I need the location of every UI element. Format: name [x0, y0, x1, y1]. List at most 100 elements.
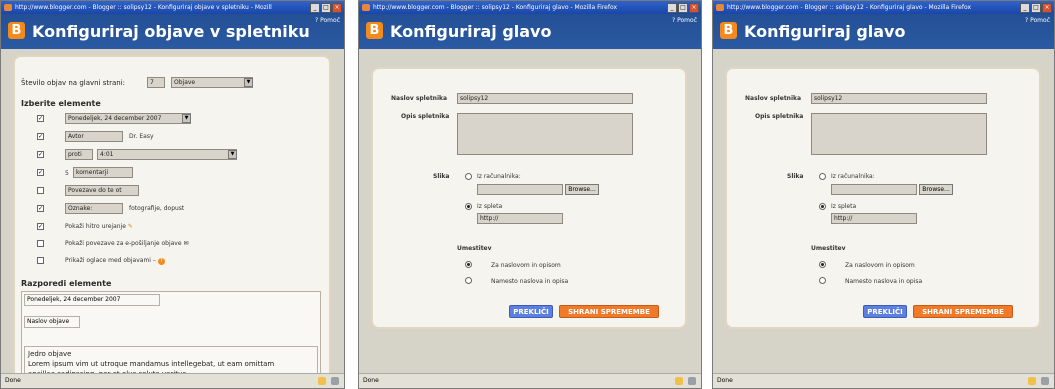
help-link[interactable]: ? Pomoč	[1025, 17, 1050, 24]
placement-label: Umestitev	[811, 245, 846, 252]
arrange-title-item[interactable]: Naslov objave	[24, 316, 80, 328]
help-icon[interactable]: ?	[157, 258, 165, 265]
maximize-button[interactable]: □	[321, 3, 331, 13]
help-link[interactable]: ? Pomoč	[672, 17, 697, 24]
posts-count-input[interactable]: 7	[147, 77, 165, 88]
firefox-icon	[362, 4, 370, 11]
time-prefix-input[interactable]: proti	[65, 149, 93, 160]
backlinks-label-input[interactable]: Povezave do te ot	[65, 185, 139, 196]
status-icon	[1028, 377, 1036, 385]
titlebar: http://www.blogger.com - Blogger :: soli…	[359, 1, 701, 14]
save-changes-button[interactable]: SHRANI SPREMEMBE	[913, 305, 1013, 318]
page-title: Konfiguriraj glavo	[390, 22, 552, 41]
time-dropdown-icon[interactable]: ▼	[228, 150, 237, 159]
posts-unit-dropdown-icon[interactable]: ▼	[244, 78, 253, 87]
blog-description-textarea[interactable]	[457, 113, 633, 155]
date-checkbox[interactable]: ✓	[37, 115, 44, 122]
tags-label-input[interactable]: Oznake:	[65, 203, 123, 214]
page-header: B Konfiguriraj glavo ? Pomoč	[359, 14, 701, 49]
maximize-button[interactable]: □	[678, 3, 688, 13]
placement-label: Umestitev	[457, 245, 492, 252]
titlebar: http://www.blogger.com - Blogger :: soli…	[713, 1, 1054, 14]
image-label: Slika	[787, 173, 804, 180]
status-icon-2	[1041, 377, 1049, 385]
blog-title-input[interactable]: solipsy12	[457, 93, 633, 104]
blog-title-input[interactable]: solipsy12	[811, 93, 987, 104]
image-url-input[interactable]: http://	[477, 213, 563, 224]
page-header: B Konfiguriraj glavo ? Pomoč	[713, 14, 1054, 49]
settings-panel: Naslov spletnika solipsy12 Opis spletnik…	[371, 67, 687, 329]
date-dropdown-icon[interactable]: ▼	[182, 114, 191, 123]
from-computer-label: Iz računalnika:	[831, 173, 875, 180]
from-computer-radio[interactable]	[819, 173, 826, 180]
close-button[interactable]: ×	[1042, 3, 1052, 13]
blog-title-label: Naslov spletnika	[745, 95, 802, 102]
minimize-button[interactable]: _	[1020, 3, 1030, 13]
status-bar: Done	[1, 373, 344, 388]
instead-title-label: Namesto naslova in opisa	[845, 278, 923, 285]
from-web-label: Iz spleta	[831, 203, 857, 210]
page-title: Konfiguriraj glavo	[744, 22, 906, 41]
blog-description-label: Opis spletnika	[755, 113, 804, 120]
behind-title-radio[interactable]	[819, 261, 826, 268]
page-title: Konfiguriraj objave v spletniku	[32, 22, 310, 41]
cancel-button[interactable]: PREKLIČI	[863, 305, 907, 318]
status-text: Done	[363, 377, 379, 384]
tags-checkbox[interactable]: ✓	[37, 205, 44, 212]
minimize-button[interactable]: _	[310, 3, 320, 13]
firefox-icon	[4, 4, 12, 11]
close-button[interactable]: ×	[332, 3, 342, 13]
comments-count: 5	[65, 170, 69, 177]
image-label: Slika	[433, 173, 450, 180]
show-ads-label: Prikaži oglace med objavami – ?	[65, 257, 165, 265]
time-checkbox[interactable]: ✓	[37, 151, 44, 158]
from-web-radio[interactable]	[465, 203, 472, 210]
page-body: Število objav na glavni strani: 7 Objave…	[1, 49, 344, 388]
instead-title-radio[interactable]	[465, 277, 472, 284]
cancel-button[interactable]: PREKLIČI	[509, 305, 553, 318]
status-icon	[675, 377, 683, 385]
browse-button[interactable]: Browse...	[919, 184, 953, 195]
behind-title-radio[interactable]	[465, 261, 472, 268]
blog-title-label: Naslov spletnika	[391, 95, 448, 102]
arrange-elements-heading: Razporedi elemente	[21, 279, 112, 288]
file-path-input[interactable]	[831, 184, 917, 195]
date-format-select[interactable]: Ponedeljek, 24 december 2007	[65, 113, 191, 124]
firefox-icon	[716, 4, 724, 11]
email-links-checkbox[interactable]	[37, 240, 44, 247]
image-url-input[interactable]: http://	[831, 213, 917, 224]
comments-checkbox[interactable]: ✓	[37, 169, 44, 176]
titlebar: http://www.blogger.com - Blogger :: soli…	[1, 1, 344, 14]
window-configure-posts: http://www.blogger.com - Blogger :: soli…	[0, 0, 345, 389]
blog-description-textarea[interactable]	[811, 113, 987, 155]
backlinks-checkbox[interactable]	[37, 187, 44, 194]
browse-button[interactable]: Browse...	[565, 184, 599, 195]
quick-edit-checkbox[interactable]: ✓	[37, 223, 44, 230]
arrange-date-item[interactable]: Ponedeljek, 24 december 2007	[24, 294, 160, 306]
time-format-select[interactable]: 4:01	[97, 149, 237, 160]
maximize-button[interactable]: □	[1031, 3, 1041, 13]
show-ads-checkbox[interactable]	[37, 257, 44, 264]
arrange-body-text-1: Lorem ipsum vim ut utroque mandamus inte…	[28, 360, 275, 368]
posts-unit-select[interactable]: Objave	[171, 77, 253, 88]
author-checkbox[interactable]: ✓	[37, 133, 44, 140]
instead-title-radio[interactable]	[819, 277, 826, 284]
comments-label-input[interactable]: komentarji	[73, 167, 133, 178]
from-web-radio[interactable]	[819, 203, 826, 210]
minimize-button[interactable]: _	[667, 3, 677, 13]
arrange-body-title: Jedro objave	[28, 350, 72, 358]
window-configure-header-2: http://www.blogger.com - Blogger :: soli…	[712, 0, 1055, 389]
close-button[interactable]: ×	[689, 3, 699, 13]
posts-count-label: Število objav na glavni strani:	[21, 79, 126, 87]
help-link[interactable]: ? Pomoč	[315, 17, 340, 24]
status-icon-2	[688, 377, 696, 385]
save-changes-button[interactable]: SHRANI SPREMEMBE	[559, 305, 659, 318]
from-computer-radio[interactable]	[465, 173, 472, 180]
status-bar: Done	[713, 373, 1054, 388]
behind-title-label: Za naslovom in opisom	[845, 262, 915, 269]
email-links-label: Pokaži povezave za e-pošiljanje objave ✉	[65, 240, 189, 247]
author-label-input[interactable]: Avtor	[65, 131, 123, 142]
author-name: Dr. Easy	[129, 133, 154, 140]
file-path-input[interactable]	[477, 184, 563, 195]
quick-edit-label: Pokaži hitro urejanje ✎	[65, 223, 133, 230]
